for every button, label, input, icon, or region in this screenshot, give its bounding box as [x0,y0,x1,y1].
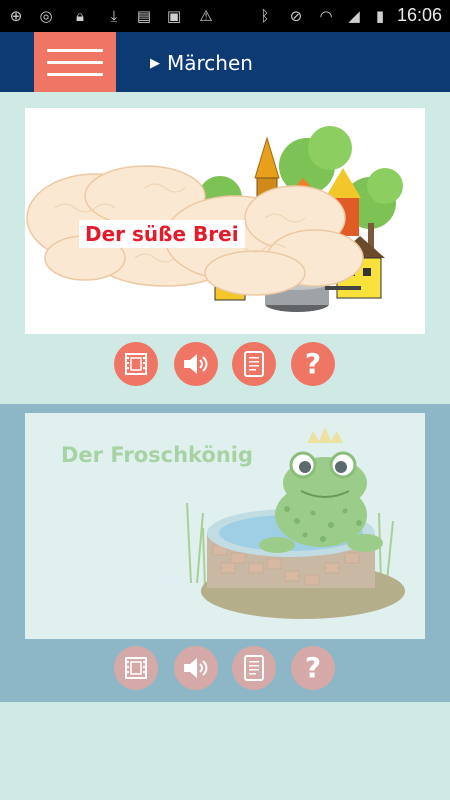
clock: 16:06 [396,5,442,25]
story-actions-2: ? [0,646,450,692]
video-button[interactable] [114,646,158,690]
story-card-1[interactable]: Der süße Brei [25,108,425,334]
app-header: ▶ Märchen [0,32,450,92]
play-arrow-icon: ▶ [150,55,160,71]
audio-button[interactable] [174,646,218,690]
story-title-1: Der süße Brei [79,220,245,248]
ebook-button[interactable] [232,342,276,386]
image-icon: ▣ [166,7,182,25]
video-icon [125,657,147,679]
printer-icon: ▤ [136,7,152,25]
battery-icon: ▮ [375,7,385,25]
video-button[interactable] [114,342,158,386]
story-section-2: Der Froschkönig ? [0,404,450,702]
lock-icon: 🔒︎ [76,7,84,25]
story-card-2[interactable]: Der Froschkönig [25,413,425,639]
speaker-icon [184,658,208,678]
question-icon: ? [304,651,322,684]
status-bar: ⊕ ◎ 🔒︎ ⤓ ▤ ▣ ⚠ ᛒ ⊘ ◠ ◢ ▮ 16:06 [0,0,450,32]
download-icon: ⤓ [110,7,118,25]
menu-button[interactable] [34,32,116,92]
audio-button[interactable] [174,342,218,386]
signal-icon: ◢ [348,7,360,25]
help-button[interactable]: ? [291,342,335,386]
warning-icon: ⚠ [199,7,213,25]
wifi-icon: ◠ [319,7,333,25]
ebook-button[interactable] [232,646,276,690]
add-icon: ⊕ [9,7,23,25]
help-button[interactable]: ? [291,646,335,690]
whatsapp-icon: ◎ [39,7,53,25]
ebook-icon [244,655,264,681]
ebook-icon [244,351,264,377]
mute-icon: ⊘ [289,7,303,25]
question-icon: ? [304,347,322,380]
story-title-2: Der Froschkönig [61,443,254,467]
breadcrumb: ▶ Märchen [150,50,253,76]
page-title: Märchen [167,51,253,75]
video-icon [125,353,147,375]
story-actions-1: ? [0,342,450,388]
bluetooth-icon: ᛒ [260,7,270,25]
menu-icon [47,49,103,52]
story-section-1: Der süße Brei ? [0,92,450,404]
speaker-icon [184,354,208,374]
